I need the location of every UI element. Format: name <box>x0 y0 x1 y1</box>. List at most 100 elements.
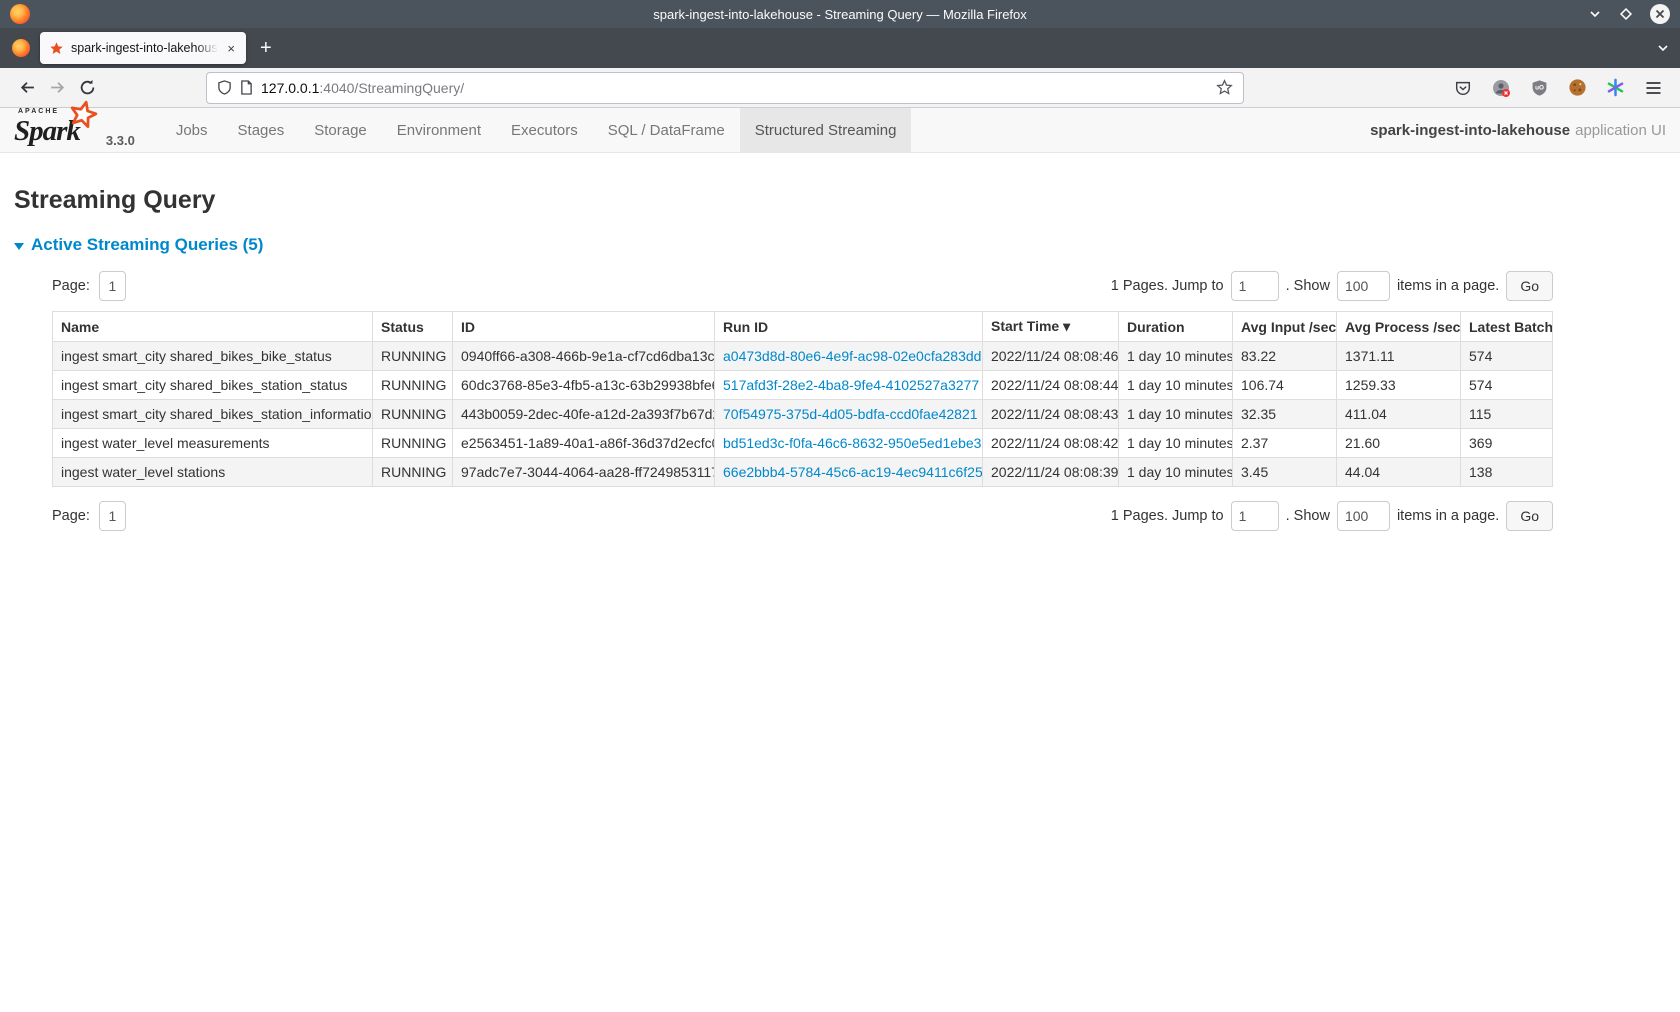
column-header-avg-input-sec[interactable]: Avg Input /sec <box>1233 312 1337 342</box>
cell-start-time: 2022/11/24 08:08:46 <box>983 342 1119 371</box>
window-title: spark-ingest-into-lakehouse - Streaming … <box>0 7 1680 22</box>
column-header-status[interactable]: Status <box>373 312 453 342</box>
cell-name: ingest smart_city shared_bikes_station_i… <box>53 400 373 429</box>
pocket-icon[interactable] <box>1448 73 1478 103</box>
cell-run-id: bd51ed3c-f0fa-46c6-8632-950e5ed1ebe3 <box>715 429 983 458</box>
items-text: items in a page. <box>1397 508 1499 524</box>
firefox-view-button[interactable] <box>12 39 30 57</box>
items-per-page-input[interactable] <box>1337 271 1390 301</box>
close-button[interactable] <box>1650 4 1670 24</box>
cell-avg-process: 1259.33 <box>1337 371 1461 400</box>
column-header-duration[interactable]: Duration <box>1119 312 1233 342</box>
run-id-link[interactable]: a0473d8d-80e6-4e9f-ac98-02e0cfa283dd <box>723 348 981 364</box>
page-label: Page: <box>52 278 90 294</box>
items-per-page-input[interactable] <box>1337 501 1390 531</box>
asterisk-extension-icon[interactable] <box>1600 73 1630 103</box>
forward-button[interactable] <box>42 73 72 103</box>
items-text: items in a page. <box>1397 278 1499 294</box>
cell-name: ingest smart_city shared_bikes_station_s… <box>53 371 373 400</box>
spark-nav-stages[interactable]: Stages <box>223 108 300 152</box>
page-label: Page: <box>52 508 90 524</box>
cell-id: e2563451-1a89-40a1-a86f-36d37d2ecfc0 <box>453 429 715 458</box>
pages-text: 1 Pages. Jump to <box>1111 508 1224 524</box>
spark-navbar: APACHE Spark 3.3.0 JobsStagesStorageEnvi… <box>0 108 1680 153</box>
cell-start-time: 2022/11/24 08:08:39 <box>983 458 1119 487</box>
minimize-button[interactable] <box>1588 7 1602 21</box>
spark-favicon-icon <box>49 41 64 56</box>
cell-status: RUNNING <box>373 458 453 487</box>
tab-close-icon[interactable]: × <box>225 41 237 56</box>
run-id-link[interactable]: 517afd3f-28e2-4ba8-9fe4-4102527a3277 <box>723 377 979 393</box>
spark-nav-environment[interactable]: Environment <box>382 108 496 152</box>
column-header-name[interactable]: Name <box>53 312 373 342</box>
jump-to-input[interactable] <box>1231 271 1279 301</box>
list-tabs-chevron-icon[interactable] <box>1656 41 1670 55</box>
cell-duration: 1 day 10 minutes <box>1119 342 1233 371</box>
spark-version: 3.3.0 <box>106 133 135 148</box>
shield-icon[interactable] <box>217 79 232 96</box>
bookmark-star-icon[interactable] <box>1216 79 1233 96</box>
section-title: Active Streaming Queries (5) <box>31 235 263 255</box>
url-host: 127.0.0.1 <box>261 80 319 96</box>
cell-avg-process: 21.60 <box>1337 429 1461 458</box>
cell-avg-process: 44.04 <box>1337 458 1461 487</box>
pagination-bottom: Page: 1 Pages. Jump to . Show items in a… <box>52 501 1553 531</box>
jump-to-input[interactable] <box>1231 501 1279 531</box>
cell-avg-input: 2.37 <box>1233 429 1337 458</box>
run-id-link[interactable]: 70f54975-375d-4d05-bdfa-ccd0fae42821 <box>723 406 978 422</box>
table-header-row: NameStatusIDRun IDStart Time ▾DurationAv… <box>53 312 1553 342</box>
spark-nav-sql-dataframe[interactable]: SQL / DataFrame <box>593 108 740 152</box>
pagination-top: Page: 1 Pages. Jump to . Show items in a… <box>52 271 1553 301</box>
cell-avg-process: 411.04 <box>1337 400 1461 429</box>
page-info-icon[interactable] <box>240 80 253 95</box>
column-header-avg-process-sec[interactable]: Avg Process /sec <box>1337 312 1461 342</box>
cell-run-id: 66e2bbb4-5784-45c6-ac19-4ec9411c6f25 <box>715 458 983 487</box>
spark-nav-storage[interactable]: Storage <box>299 108 382 152</box>
page-content: Streaming Query Active Streaming Queries… <box>0 186 1680 531</box>
spark-nav-structured-streaming[interactable]: Structured Streaming <box>740 108 912 152</box>
back-button[interactable] <box>12 73 42 103</box>
new-tab-button[interactable]: + <box>260 38 272 58</box>
column-header-run-id[interactable]: Run ID <box>715 312 983 342</box>
cell-duration: 1 day 10 minutes <box>1119 429 1233 458</box>
cell-status: RUNNING <box>373 342 453 371</box>
spark-nav-executors[interactable]: Executors <box>496 108 593 152</box>
cell-status: RUNNING <box>373 371 453 400</box>
account-containers-icon[interactable] <box>1486 73 1516 103</box>
spark-logo[interactable]: APACHE Spark 3.3.0 <box>0 108 147 152</box>
column-header-start-time[interactable]: Start Time ▾ <box>983 312 1119 342</box>
cell-id: 60dc3768-85e3-4fb5-a13c-63b29938bfe6 <box>453 371 715 400</box>
ublock-shield-icon[interactable]: uO <box>1524 73 1554 103</box>
spark-nav-tabs: JobsStagesStorageEnvironmentExecutorsSQL… <box>161 108 912 152</box>
menu-hamburger-icon[interactable] <box>1638 73 1668 103</box>
url-path: :4040/StreamingQuery/ <box>319 80 464 96</box>
show-text: . Show <box>1286 278 1330 294</box>
cookie-icon[interactable] <box>1562 73 1592 103</box>
cell-start-time: 2022/11/24 08:08:44 <box>983 371 1119 400</box>
spark-nav-jobs[interactable]: Jobs <box>161 108 223 152</box>
cell-avg-input: 106.74 <box>1233 371 1337 400</box>
url-bar[interactable]: 127.0.0.1:4040/StreamingQuery/ <box>206 72 1244 104</box>
maximize-button[interactable] <box>1618 6 1634 22</box>
run-id-link[interactable]: bd51ed3c-f0fa-46c6-8632-950e5ed1ebe3 <box>723 435 981 451</box>
cell-avg-input: 83.22 <box>1233 342 1337 371</box>
url-text[interactable]: 127.0.0.1:4040/StreamingQuery/ <box>261 80 1208 96</box>
cell-run-id: 517afd3f-28e2-4ba8-9fe4-4102527a3277 <box>715 371 983 400</box>
cell-id: 97adc7e7-3044-4064-aa28-ff7249853117 <box>453 458 715 487</box>
cell-name: ingest water_level measurements <box>53 429 373 458</box>
collapse-arrow-icon <box>14 243 24 250</box>
go-button[interactable]: Go <box>1506 501 1553 531</box>
column-header-latest-batch[interactable]: Latest Batch <box>1461 312 1553 342</box>
page-number-input[interactable] <box>99 501 126 531</box>
go-button[interactable]: Go <box>1506 271 1553 301</box>
cell-status: RUNNING <box>373 429 453 458</box>
cell-avg-process: 1371.11 <box>1337 342 1461 371</box>
active-queries-section-toggle[interactable]: Active Streaming Queries (5) <box>14 235 263 255</box>
browser-tab-active[interactable]: spark-ingest-into-lakehous × <box>40 32 246 64</box>
column-header-id[interactable]: ID <box>453 312 715 342</box>
cell-duration: 1 day 10 minutes <box>1119 371 1233 400</box>
run-id-link[interactable]: 66e2bbb4-5784-45c6-ac19-4ec9411c6f25 <box>723 464 983 480</box>
firefox-logo-icon <box>10 4 30 24</box>
page-number-input[interactable] <box>99 271 126 301</box>
cell-id: 0940ff66-a308-466b-9e1a-cf7cd6dba13c <box>453 342 715 371</box>
